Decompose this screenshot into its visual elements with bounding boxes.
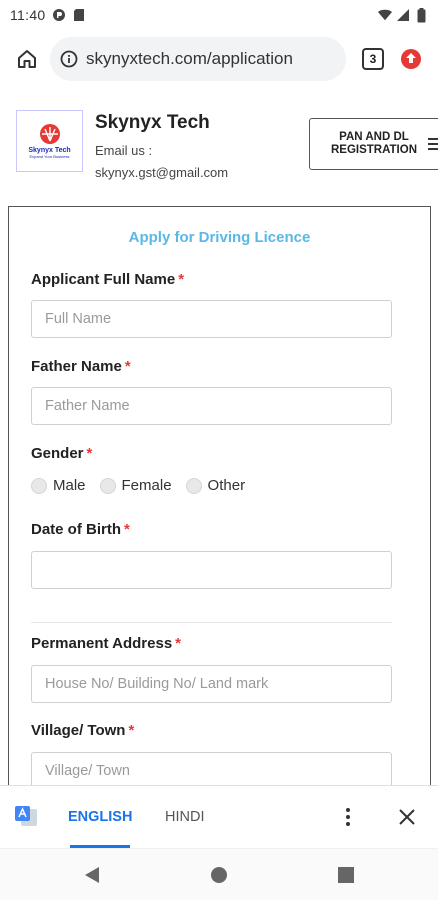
logo-tagline: Expand Your Business [29, 154, 70, 159]
father-name-label-text: Father Name [31, 358, 122, 375]
translate-bar: ENGLISH HINDI [0, 785, 438, 848]
wifi-icon [378, 8, 392, 22]
tab-count: 3 [362, 48, 384, 70]
info-icon [60, 50, 78, 68]
required-mark: * [124, 521, 130, 538]
required-mark: * [124, 358, 131, 375]
back-button[interactable] [82, 865, 102, 885]
url-text: skynyxtech.com/application [86, 49, 293, 68]
gender-option-female[interactable]: Female [99, 477, 172, 494]
form-title: Apply for Driving Licence [128, 229, 311, 246]
full-name-label: Applicant Full Name * [31, 271, 184, 288]
home-nav-button[interactable] [209, 865, 229, 885]
home-button[interactable] [8, 40, 46, 78]
brand-name: Skynyx Tech [95, 112, 210, 133]
radio-male[interactable] [31, 477, 47, 494]
address-input[interactable] [31, 665, 392, 703]
system-nav-bar [0, 848, 438, 900]
close-icon [399, 809, 415, 825]
gender-option-other[interactable]: Other [185, 477, 246, 494]
sd-card-icon [72, 8, 86, 22]
status-time: 11:40 [10, 7, 46, 23]
update-button[interactable] [392, 40, 430, 78]
required-mark: * [178, 271, 185, 288]
full-name-label-text: Applicant Full Name [31, 271, 176, 288]
full-name-input[interactable] [31, 300, 392, 338]
browser-toolbar: skynyxtech.com/application 3 [0, 30, 438, 88]
dob-label: Date of Birth * [31, 521, 130, 538]
required-mark: * [175, 635, 182, 652]
logo-shell-icon [39, 124, 60, 144]
url-bar[interactable]: skynyxtech.com/application [50, 37, 346, 81]
radio-female[interactable] [99, 477, 116, 494]
gender-female-label: Female [121, 477, 172, 494]
required-mark: * [86, 445, 93, 462]
village-label: Village/ Town * [31, 722, 134, 739]
gender-options: Male Female Other [31, 477, 259, 494]
application-form: Apply for Driving Licence Applicant Full… [8, 206, 431, 806]
tab-hindi[interactable]: HINDI [165, 809, 204, 825]
address-label-text: Permanent Address [31, 635, 173, 652]
dob-label-text: Date of Birth [31, 521, 121, 538]
gender-label-text: Gender [31, 445, 84, 462]
recents-icon [338, 867, 354, 883]
status-bar: 11:40 [0, 0, 438, 30]
hamburger-icon [428, 138, 438, 150]
email-label: Email us : [95, 143, 153, 158]
battery-icon [414, 7, 428, 22]
address-label: Permanent Address * [31, 635, 181, 652]
radio-other[interactable] [185, 477, 202, 494]
close-translate-button[interactable] [394, 804, 420, 830]
site-logo[interactable]: Skynyx Tech Expand Your Business [16, 110, 83, 172]
village-label-text: Village/ Town [31, 722, 126, 739]
google-translate-icon [15, 806, 37, 826]
section-divider [31, 622, 392, 623]
father-name-label: Father Name * [31, 358, 131, 375]
gender-label: Gender * [31, 445, 92, 462]
home-icon [18, 50, 36, 68]
dob-input[interactable] [31, 551, 392, 589]
data-saver-icon [52, 8, 66, 22]
home-circle-icon [211, 867, 227, 883]
gender-male-label: Male [53, 477, 86, 494]
email-link[interactable]: skynyx.gst@gmail.com [95, 165, 228, 180]
back-icon [85, 867, 99, 883]
gender-option-male[interactable]: Male [31, 477, 86, 494]
recents-button[interactable] [336, 865, 356, 885]
tab-switcher-button[interactable]: 3 [354, 40, 392, 78]
tab-english[interactable]: ENGLISH [68, 809, 132, 825]
update-available-icon [401, 49, 421, 69]
site-header: Skynyx Tech Expand Your Business Skynyx … [0, 92, 438, 202]
gender-other-label: Other [207, 477, 246, 494]
menu-button[interactable]: PAN AND DL REGISTRATION [309, 118, 438, 170]
menu-button-label: PAN AND DL REGISTRATION [330, 131, 418, 156]
father-name-input[interactable] [31, 387, 392, 425]
logo-name: Skynyx Tech [28, 147, 71, 154]
required-mark: * [128, 722, 135, 739]
more-options-button[interactable] [338, 804, 358, 830]
signal-icon [396, 8, 410, 22]
